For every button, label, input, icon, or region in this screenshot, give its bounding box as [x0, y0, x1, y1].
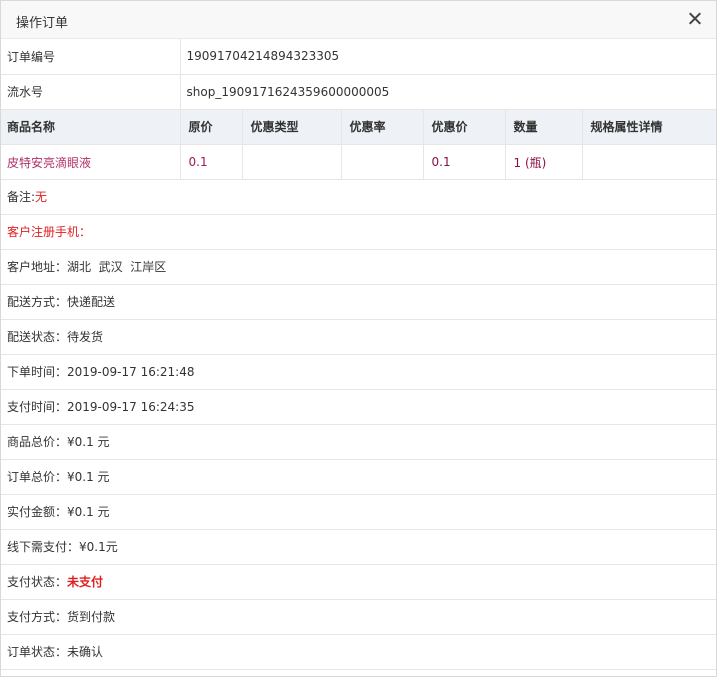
original-price: 0.1 — [180, 144, 243, 180]
actual-amount-value: ¥0.1 元 — [67, 505, 110, 519]
discount-price: 0.1 — [423, 144, 506, 180]
actual-amount-row: 实付金额：¥0.1 元 — [1, 495, 716, 530]
pay-time-row: 支付时间：2019-09-17 16:24:35 — [1, 390, 716, 425]
order-number-value: 19091704214894323305 — [180, 39, 716, 75]
phone-label: 客户注册手机： — [7, 225, 92, 239]
pay-method-value: 货到付款 — [67, 610, 116, 624]
order-time-value: 2019-09-17 16:21:48 — [67, 365, 195, 379]
delivery-status-label: 配送状态： — [7, 330, 68, 344]
order-total-label: 订单总价： — [7, 470, 68, 484]
header-quantity: 数量 — [505, 109, 583, 145]
header-original-price: 原价 — [180, 109, 243, 145]
phone-row: 客户注册手机： — [1, 215, 716, 250]
delivery-status-row: 配送状态：待发货 — [1, 320, 716, 355]
discount-rate — [341, 144, 424, 180]
delivery-method-row: 配送方式：快递配送 — [1, 285, 716, 320]
order-status-label: 订单状态： — [7, 645, 68, 659]
header-discount-price: 优惠价 — [423, 109, 506, 145]
header-product-name: 商品名称 — [1, 109, 181, 145]
goods-table: 商品名称 原价 优惠类型 优惠率 优惠价 数量 规格属性详情 皮特安亮滴眼液 0… — [1, 109, 716, 180]
order-status-value: 未确认 — [67, 645, 104, 659]
actual-amount-label: 实付金额： — [7, 505, 68, 519]
goods-total-value: ¥0.1 元 — [67, 435, 110, 449]
delivery-method-value: 快递配送 — [67, 295, 116, 309]
order-number-label: 订单编号 — [1, 39, 181, 75]
goods-header-row: 商品名称 原价 优惠类型 优惠率 优惠价 数量 规格属性详情 — [1, 109, 716, 145]
header-discount-type: 优惠类型 — [242, 109, 342, 145]
quantity-value: 1 — [513, 155, 522, 170]
order-total-row: 订单总价：¥0.1 元 — [1, 460, 716, 495]
pay-time-label: 支付时间： — [7, 400, 68, 414]
quantity: 1 (瓶) — [505, 144, 583, 180]
address-label: 客户地址： — [7, 260, 68, 274]
close-icon[interactable] — [686, 10, 704, 28]
spec-details — [582, 144, 716, 180]
table-row: 皮特安亮滴眼液 0.1 0.1 1 (瓶) — [1, 144, 716, 180]
order-total-value: ¥0.1 元 — [67, 470, 110, 484]
product-name: 皮特安亮滴眼液 — [1, 144, 181, 180]
order-status-row: 订单状态：未确认 — [1, 635, 716, 670]
remark-value: 无 — [35, 190, 48, 204]
offline-pay-label: 线下需支付： — [7, 540, 80, 554]
pay-method-row: 支付方式：货到付款 — [1, 600, 716, 635]
delivery-method-label: 配送方式： — [7, 295, 68, 309]
serial-number-label: 流水号 — [1, 74, 181, 110]
offline-pay-row: 线下需支付：¥0.1元 — [1, 530, 716, 565]
remark-row: 备注:无 — [1, 180, 716, 215]
delivery-status-value: 待发货 — [67, 330, 104, 344]
header-discount-rate: 优惠率 — [341, 109, 424, 145]
remark-label: 备注: — [7, 190, 36, 204]
pay-method-label: 支付方式： — [7, 610, 68, 624]
pay-status-badge: 未支付 — [67, 575, 104, 589]
discount-type — [242, 144, 342, 180]
order-time-row: 下单时间：2019-09-17 16:21:48 — [1, 355, 716, 390]
pay-status-label: 支付状态： — [7, 575, 68, 589]
pay-status-row: 支付状态：未支付 — [1, 565, 716, 600]
address-value: 湖北 武汉 江岸区 — [67, 260, 167, 274]
dialog-titlebar: 操作订单 — [1, 1, 716, 39]
order-info-table: 订单编号 19091704214894323305 流水号 shop_19091… — [1, 39, 716, 110]
header-spec-details: 规格属性详情 — [582, 109, 716, 145]
order-number-row: 订单编号 19091704214894323305 — [1, 39, 716, 75]
pay-time-value: 2019-09-17 16:24:35 — [67, 400, 195, 414]
address-row: 客户地址：湖北 武汉 江岸区 — [1, 250, 716, 285]
serial-number-value: shop_1909171624359600000005 — [180, 74, 716, 110]
offline-pay-value: ¥0.1元 — [79, 540, 118, 554]
order-time-label: 下单时间： — [7, 365, 68, 379]
serial-number-row: 流水号 shop_1909171624359600000005 — [1, 74, 716, 110]
goods-total-label: 商品总价： — [7, 435, 68, 449]
order-dialog: 操作订单 订单编号 19091704214894323305 流水号 shop_… — [0, 0, 717, 677]
quantity-unit: (瓶) — [524, 155, 547, 170]
goods-total-row: 商品总价：¥0.1 元 — [1, 425, 716, 460]
dialog-title: 操作订单 — [16, 16, 69, 31]
